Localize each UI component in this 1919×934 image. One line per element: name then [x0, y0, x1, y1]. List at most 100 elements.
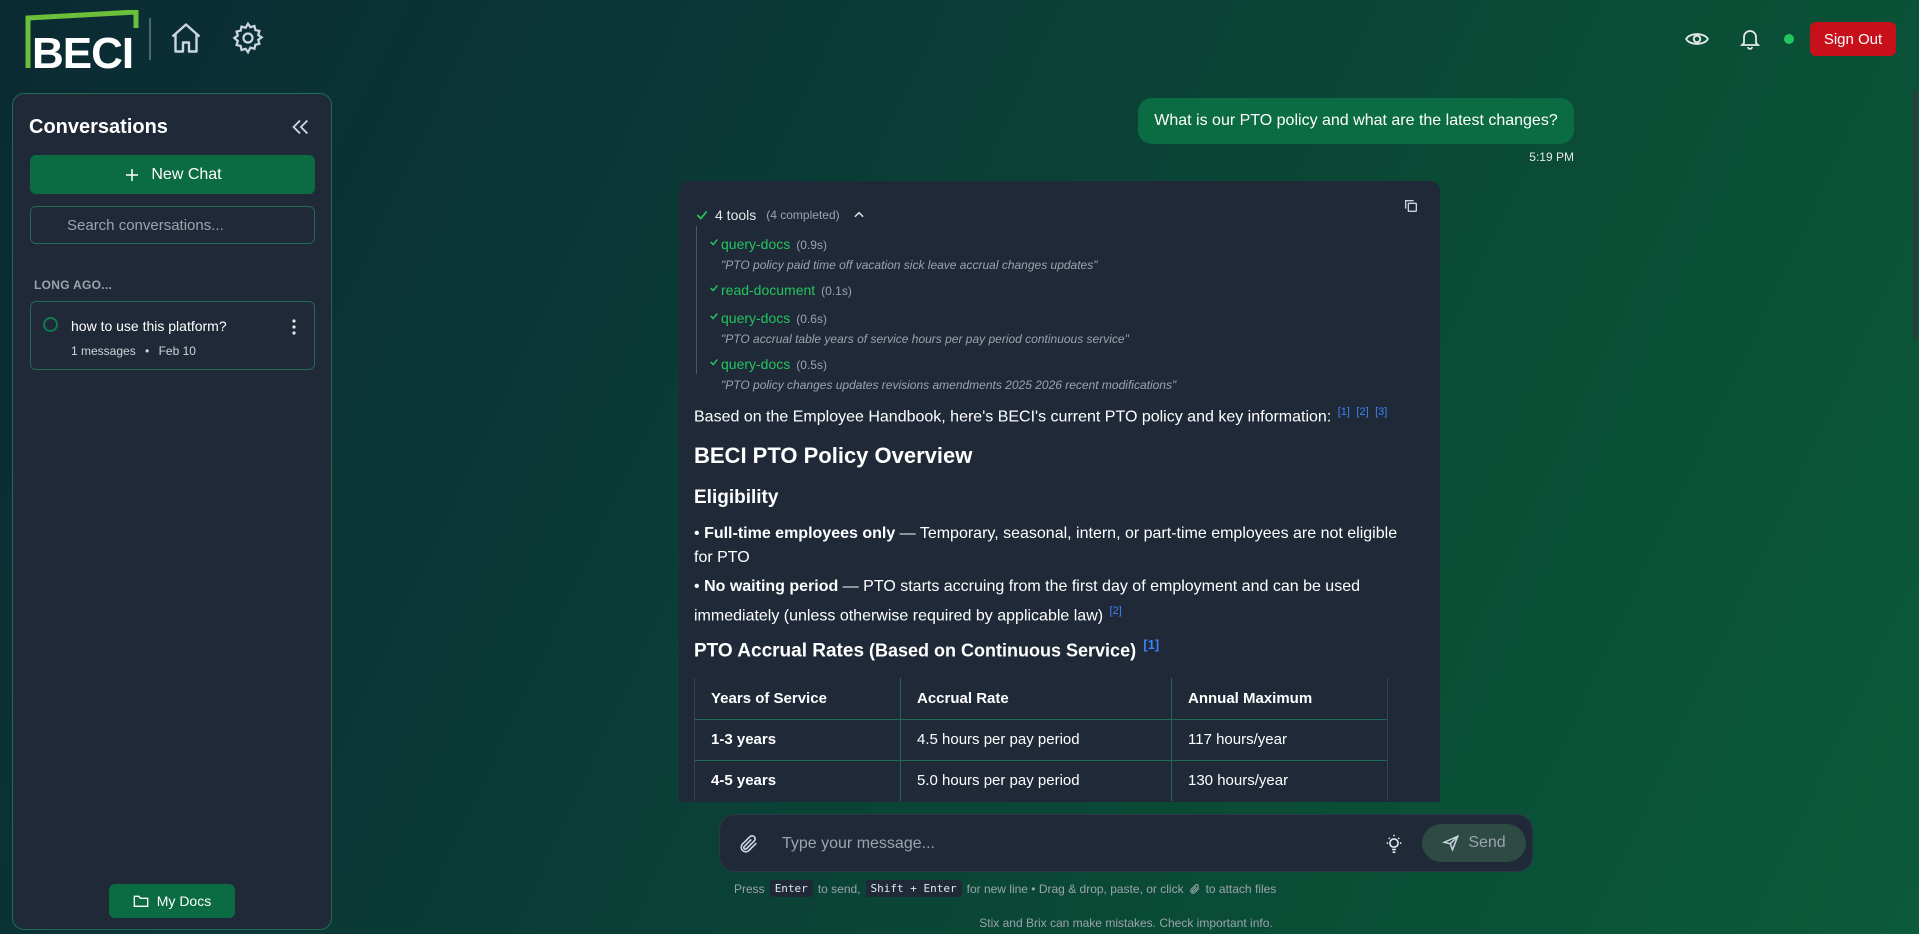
- bullet-marker: •: [694, 578, 700, 595]
- eligibility-heading: Eligibility: [694, 487, 779, 508]
- bullet-bold: Full-time employees only: [704, 525, 896, 542]
- paperclip-icon: [1189, 883, 1199, 894]
- table-header: Accrual Rate: [900, 678, 1172, 719]
- tool-name: read-document: [721, 282, 816, 298]
- table-cell: 4-5 years: [694, 759, 901, 801]
- meta-separator: •: [145, 344, 150, 358]
- check-icon: [710, 239, 718, 246]
- collapse-sidebar-icon[interactable]: [289, 116, 311, 138]
- hint-to-send: to send,: [817, 881, 861, 896]
- eligibility-bullet: • Full-time employees only — Temporary, …: [694, 522, 1414, 570]
- eye-icon[interactable]: [1684, 26, 1710, 52]
- conversations-sidebar: Conversations New Chat LONG AGO... how t…: [12, 93, 332, 930]
- tool-call: query-docs (0.5s) "PTO policy changes upd…: [710, 356, 1177, 392]
- hint-attach: to attach files: [1205, 881, 1277, 896]
- tool-query: "PTO accrual table years of service hour…: [721, 332, 1129, 346]
- new-chat-button[interactable]: New Chat: [30, 155, 315, 194]
- eligibility-bullet: • No waiting period — PTO starts accruin…: [694, 575, 1414, 628]
- citation-link[interactable]: [3]: [1375, 406, 1387, 418]
- bell-icon[interactable]: [1738, 26, 1762, 52]
- beci-logo[interactable]: BECI: [24, 10, 140, 76]
- accrual-subheading: (Based on Continuous Service): [864, 640, 1137, 661]
- plus-icon: [126, 168, 139, 181]
- check-icon: [710, 285, 718, 292]
- citation-link[interactable]: [1]: [1338, 406, 1350, 418]
- citation-link[interactable]: [2]: [1110, 605, 1122, 617]
- message-input[interactable]: [782, 829, 1342, 859]
- enter-key: Enter: [769, 880, 813, 897]
- conversation-status-icon: [43, 317, 58, 332]
- logo-text: BECI: [32, 29, 134, 78]
- table-cell: 117 hours/year: [1171, 718, 1388, 760]
- hint-rest: for new line • Drag & drop, paste, or cl…: [966, 881, 1184, 896]
- table-row: 1-3 years 4.5 hours per pay period 117 h…: [694, 718, 1388, 760]
- response-intro: Based on the Employee Handbook, here's B…: [694, 406, 1387, 426]
- table-cell: 4.5 hours per pay period: [900, 718, 1172, 760]
- tools-status: (4 completed): [766, 208, 840, 222]
- shift-enter-key: Shift + Enter: [865, 880, 962, 897]
- page-scrollbar[interactable]: [1913, 90, 1917, 340]
- bullet-bold: No waiting period: [704, 578, 839, 595]
- tool-call: query-docs (0.9s) "PTO policy paid time o…: [710, 236, 1098, 272]
- paperclip-icon[interactable]: [738, 833, 760, 855]
- tool-name: query-docs: [721, 310, 791, 326]
- lightbulb-icon[interactable]: [1383, 832, 1405, 856]
- online-status-dot: [1784, 34, 1794, 44]
- send-label: Send: [1468, 834, 1506, 851]
- gear-icon[interactable]: [230, 20, 266, 56]
- section-label: LONG AGO...: [34, 278, 113, 292]
- accrual-table: Years of Service Accrual Rate Annual Max…: [694, 678, 1388, 801]
- citation-link[interactable]: [2]: [1356, 406, 1368, 418]
- copy-icon[interactable]: [1403, 198, 1419, 214]
- composer-hint: Press Enter to send, Shift + Enter for n…: [734, 880, 1276, 897]
- table-header-row: Years of Service Accrual Rate Annual Max…: [694, 678, 1388, 719]
- send-icon: [1442, 834, 1460, 852]
- my-docs-button[interactable]: My Docs: [109, 884, 235, 918]
- table-row: 4-5 years 5.0 hours per pay period 130 h…: [694, 759, 1388, 801]
- search-conversations-input[interactable]: [30, 206, 315, 244]
- tool-call: read-document (0.1s): [710, 282, 852, 300]
- tools-list: query-docs (0.9s) "PTO policy paid time o…: [696, 226, 1296, 392]
- check-icon: [710, 313, 718, 320]
- tool-call: query-docs (0.6s) "PTO accrual table year…: [710, 310, 1129, 346]
- check-icon: [696, 210, 708, 220]
- citation-link[interactable]: [1]: [1143, 637, 1159, 652]
- user-message-bubble: What is our PTO policy and what are the …: [1138, 98, 1574, 144]
- conversation-date: Feb 10: [158, 344, 196, 358]
- tool-duration: (0.1s): [821, 284, 852, 298]
- sign-out-button[interactable]: Sign Out: [1810, 22, 1896, 56]
- tool-query: "PTO policy changes updates revisions am…: [721, 378, 1177, 392]
- bullet-marker: •: [694, 525, 700, 542]
- chevron-up-icon: [854, 211, 864, 218]
- sidebar-title: Conversations: [29, 116, 168, 138]
- check-icon: [710, 359, 718, 366]
- assistant-message-card: 4 tools (4 completed) query-docs (0.9s) "…: [679, 181, 1440, 802]
- home-icon[interactable]: [168, 20, 204, 56]
- accrual-heading-text: PTO Accrual Rates: [694, 640, 865, 662]
- send-button[interactable]: Send: [1422, 824, 1526, 862]
- tool-duration: (0.5s): [796, 358, 827, 372]
- my-docs-label: My Docs: [156, 893, 212, 909]
- tool-duration: (0.6s): [796, 312, 827, 326]
- more-options-icon[interactable]: [289, 318, 299, 336]
- tool-query: "PTO policy paid time off vacation sick …: [721, 258, 1098, 272]
- tool-name: query-docs: [721, 356, 791, 372]
- tool-name: query-docs: [721, 236, 791, 252]
- table-cell: 130 hours/year: [1171, 759, 1388, 801]
- tools-summary-toggle[interactable]: 4 tools (4 completed): [695, 207, 866, 223]
- table-cell: 1-3 years: [694, 718, 901, 760]
- conversation-message-count: 1 messages: [71, 344, 136, 358]
- accrual-heading: PTO Accrual Rates (Based on Continuous S…: [694, 637, 1159, 662]
- hint-press: Press: [734, 881, 765, 896]
- folder-icon: [133, 895, 149, 907]
- tool-duration: (0.9s): [796, 238, 827, 252]
- intro-text: Based on the Employee Handbook, here's B…: [694, 408, 1332, 426]
- disclaimer-text: Stix and Brix can make mistakes. Check i…: [979, 916, 1273, 930]
- conversation-item[interactable]: how to use this platform? 1 messages • F…: [30, 301, 315, 370]
- new-chat-label: New Chat: [151, 165, 222, 183]
- top-bar: BECI Sign Out: [0, 0, 1919, 84]
- conversation-title: how to use this platform?: [71, 318, 227, 334]
- tools-summary: 4 tools: [715, 207, 757, 223]
- conversation-meta: 1 messages • Feb 10: [71, 344, 196, 358]
- response-heading: BECI PTO Policy Overview: [694, 443, 973, 468]
